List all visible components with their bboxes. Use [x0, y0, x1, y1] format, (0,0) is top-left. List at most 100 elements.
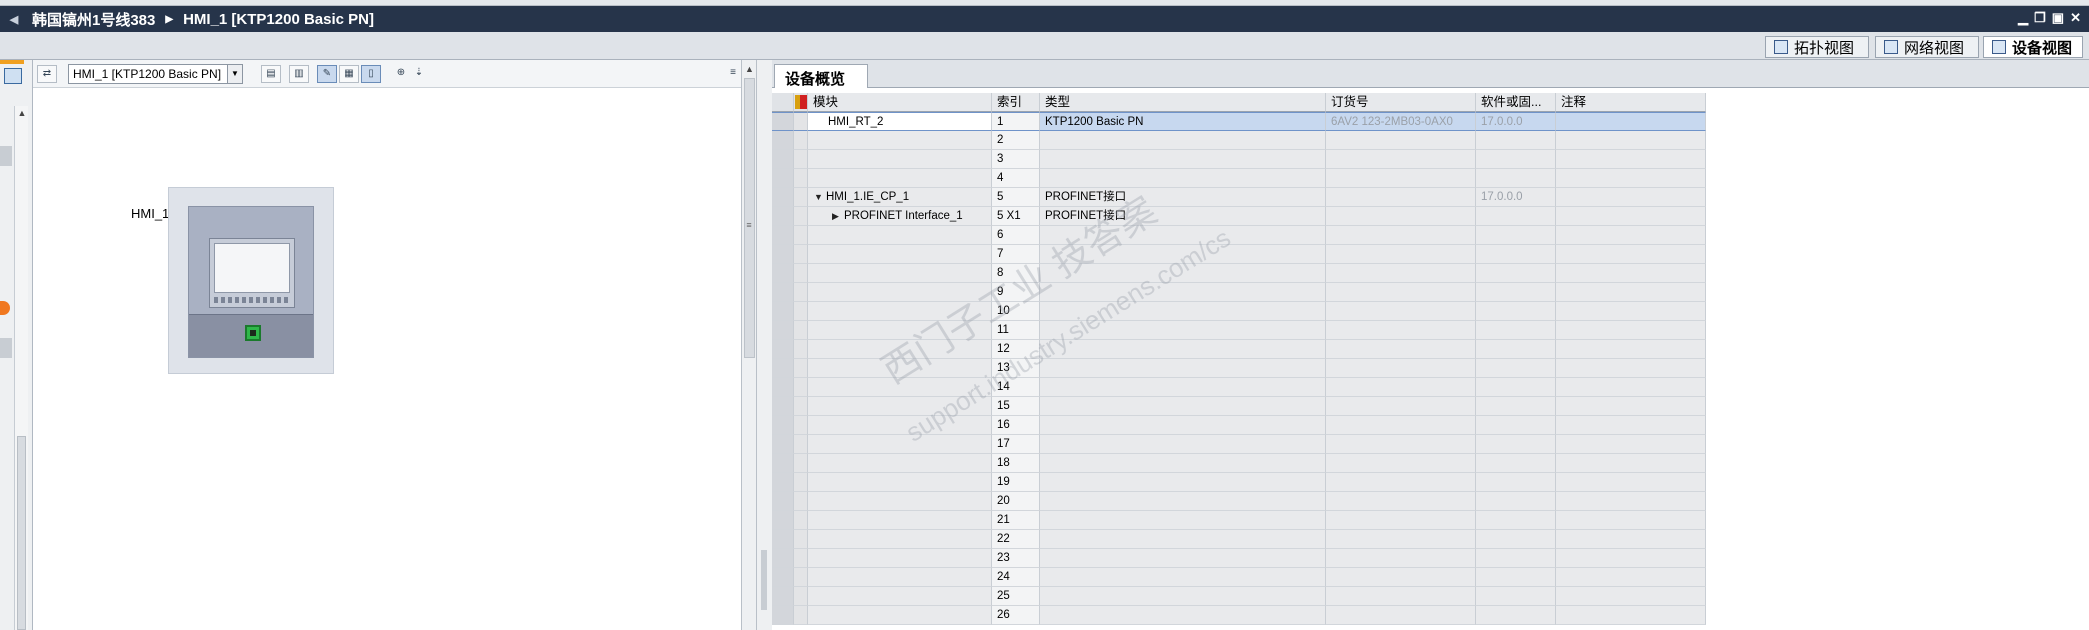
hardware-catalog-icon[interactable]	[4, 68, 22, 84]
header-filter-cell[interactable]	[794, 93, 808, 112]
table-row[interactable]: 24	[772, 568, 1712, 587]
cell-comment[interactable]	[1556, 340, 1706, 359]
table-row[interactable]: 15	[772, 397, 1712, 416]
cell-order-number[interactable]	[1326, 283, 1476, 302]
cell-type[interactable]	[1040, 359, 1326, 378]
cell-index[interactable]: 19	[992, 473, 1040, 492]
filter-icon[interactable]	[795, 95, 807, 109]
cell-firmware[interactable]	[1476, 207, 1556, 226]
cell-firmware[interactable]	[1476, 378, 1556, 397]
cell-module[interactable]	[808, 226, 992, 245]
cell-type[interactable]	[1040, 473, 1326, 492]
cell-comment[interactable]	[1556, 454, 1706, 473]
cell-comment[interactable]	[1556, 378, 1706, 397]
cell-type[interactable]	[1040, 245, 1326, 264]
cell-type[interactable]: PROFINET接口	[1040, 207, 1326, 226]
cell-order-number[interactable]	[1326, 435, 1476, 454]
cell-module[interactable]	[808, 283, 992, 302]
cell-index[interactable]: 9	[992, 283, 1040, 302]
cell-type[interactable]	[1040, 435, 1326, 454]
table-row[interactable]: 18	[772, 454, 1712, 473]
cell-order-number[interactable]	[1326, 188, 1476, 207]
table-row[interactable]: HMI_RT_2 1 KTP1200 Basic PN 6AV2 123-2MB03-…	[772, 112, 1712, 131]
cell-type[interactable]	[1040, 302, 1326, 321]
cell-module[interactable]	[808, 416, 992, 435]
cell-module[interactable]	[808, 378, 992, 397]
cell-type[interactable]	[1040, 549, 1326, 568]
tab-network-view[interactable]: 网络视图	[1875, 36, 1979, 58]
cell-module[interactable]	[808, 435, 992, 454]
cell-module[interactable]: ▼ HMI_1.IE_CP_1	[808, 188, 992, 207]
cell-module[interactable]	[808, 150, 992, 169]
restore-icon[interactable]: ❐	[2034, 10, 2046, 26]
cell-type[interactable]	[1040, 511, 1326, 530]
breadcrumb-device[interactable]: HMI_1 [KTP1200 Basic PN]	[179, 11, 378, 28]
cell-module[interactable]	[808, 397, 992, 416]
cell-module[interactable]	[808, 511, 992, 530]
cell-module[interactable]: HMI_RT_2	[808, 112, 992, 131]
table-row[interactable]: 9	[772, 283, 1712, 302]
table-row[interactable]: 13	[772, 359, 1712, 378]
cell-module[interactable]	[808, 606, 992, 625]
cell-index[interactable]: 14	[992, 378, 1040, 397]
cell-order-number[interactable]	[1326, 511, 1476, 530]
cell-comment[interactable]	[1556, 302, 1706, 321]
properties-icon[interactable]: ▤	[261, 65, 281, 83]
table-row[interactable]: 3	[772, 150, 1712, 169]
cell-order-number[interactable]	[1326, 473, 1476, 492]
cell-index[interactable]: 3	[992, 150, 1040, 169]
header-index[interactable]: 索引	[992, 93, 1040, 112]
hmi-device-body[interactable]	[188, 206, 314, 358]
cell-type[interactable]	[1040, 150, 1326, 169]
table-row[interactable]: 21	[772, 511, 1712, 530]
table-row[interactable]: 20	[772, 492, 1712, 511]
cell-comment[interactable]	[1556, 283, 1706, 302]
cell-order-number[interactable]	[1326, 207, 1476, 226]
cell-firmware[interactable]	[1476, 169, 1556, 188]
table-row[interactable]: 8	[772, 264, 1712, 283]
cell-module[interactable]	[808, 492, 992, 511]
rack-icon[interactable]: ▥	[289, 65, 309, 83]
cell-index[interactable]: 5 X1	[992, 207, 1040, 226]
cell-module[interactable]	[808, 302, 992, 321]
collapse-icon[interactable]: ▼	[814, 188, 826, 206]
cell-order-number[interactable]	[1326, 150, 1476, 169]
cell-module[interactable]	[808, 473, 992, 492]
profinet-port-icon[interactable]	[245, 325, 261, 341]
cell-comment[interactable]	[1556, 549, 1706, 568]
cell-index[interactable]: 8	[992, 264, 1040, 283]
cell-order-number[interactable]	[1326, 378, 1476, 397]
cell-type[interactable]	[1040, 226, 1326, 245]
cell-module[interactable]	[808, 587, 992, 606]
cell-firmware[interactable]	[1476, 606, 1556, 625]
header-type[interactable]: 类型	[1040, 93, 1326, 112]
table-row[interactable]: 6	[772, 226, 1712, 245]
cell-firmware[interactable]	[1476, 283, 1556, 302]
cell-type[interactable]	[1040, 321, 1326, 340]
cell-type[interactable]	[1040, 530, 1326, 549]
breadcrumb-project[interactable]: 韩国镐州1号线383	[28, 9, 159, 30]
cell-module[interactable]	[808, 264, 992, 283]
cell-index[interactable]: 12	[992, 340, 1040, 359]
cell-firmware[interactable]	[1476, 473, 1556, 492]
cell-index[interactable]: 17	[992, 435, 1040, 454]
cell-index[interactable]: 5	[992, 188, 1040, 207]
header-comment[interactable]: 注释	[1556, 93, 1706, 112]
cell-comment[interactable]	[1556, 568, 1706, 587]
panel-splitter[interactable]: ▲ ≡	[741, 60, 757, 630]
cell-comment[interactable]	[1556, 397, 1706, 416]
cell-firmware[interactable]	[1476, 359, 1556, 378]
cell-order-number[interactable]	[1326, 606, 1476, 625]
project-tree-scrollbar[interactable]: ▲	[14, 106, 28, 630]
cell-type[interactable]	[1040, 492, 1326, 511]
cell-order-number[interactable]	[1326, 492, 1476, 511]
table-row[interactable]: 10	[772, 302, 1712, 321]
cell-firmware[interactable]	[1476, 397, 1556, 416]
table-row[interactable]: 14	[772, 378, 1712, 397]
cell-order-number[interactable]	[1326, 340, 1476, 359]
scrollbar-thumb[interactable]	[17, 436, 26, 630]
cell-comment[interactable]	[1556, 359, 1706, 378]
cell-module[interactable]: ▶ PROFINET Interface_1	[808, 207, 992, 226]
cell-type[interactable]	[1040, 416, 1326, 435]
table-row[interactable]: 4	[772, 169, 1712, 188]
